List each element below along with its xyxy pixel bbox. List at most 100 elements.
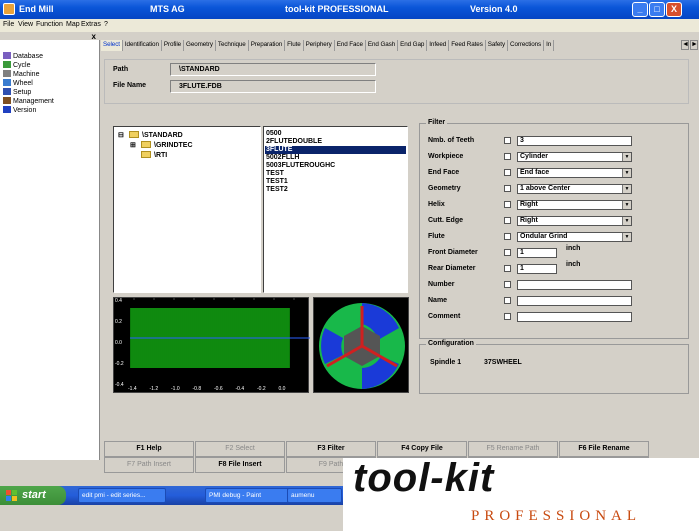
sidebar-item-machine[interactable]: Machine — [3, 70, 39, 79]
filter-checkbox-comment[interactable] — [504, 313, 511, 320]
filter-input-rear-diameter[interactable]: 1 — [517, 264, 557, 274]
setup-icon — [3, 88, 11, 95]
filter-label-geometry: Geometry — [428, 185, 461, 192]
sidebar-item-version[interactable]: Version — [3, 106, 36, 115]
sidebar-item-cycle[interactable]: Cycle — [3, 61, 31, 70]
filter-select-workpiece[interactable]: Cylinder ▼ — [517, 152, 632, 162]
tab-safety[interactable]: Safety — [486, 40, 509, 51]
filter-checkbox-nmb-of-teeth[interactable] — [504, 137, 511, 144]
tree-node[interactable]: ⊞ \GRINDTEC — [130, 141, 193, 149]
profile-x-tick: -1.2 — [150, 386, 159, 392]
function-key-1-5[interactable]: F5 Rename Path — [468, 441, 558, 457]
menu-view[interactable]: View — [18, 21, 33, 28]
filter-input-comment[interactable] — [517, 312, 632, 322]
tab-end-gash[interactable]: End Gash — [366, 40, 399, 51]
menu-extras[interactable]: Extras — [81, 21, 101, 28]
tab-infeed[interactable]: Infeed — [427, 40, 450, 51]
directory-tree[interactable]: ⊟ \STANDARD ⊞ \GRINDTEC \RTI — [113, 126, 261, 293]
tree-node[interactable]: ⊟ \STANDARD — [118, 131, 183, 139]
taskbar-item-edit-pmi[interactable]: edit pmi - edit series... — [78, 488, 166, 503]
tab-in[interactable]: In — [544, 40, 555, 51]
tab-technique[interactable]: Technique — [216, 40, 249, 51]
filter-label-name: Name — [428, 297, 448, 304]
function-key-2-1[interactable]: F7 Path Insert — [104, 457, 194, 473]
tab-end-gap[interactable]: End Gap — [398, 40, 428, 51]
filter-select-flute[interactable]: Ondular Grind ▼ — [517, 232, 632, 242]
file-list[interactable]: 0500 2FLUTEDOUBLE 3FLUTE 5002FLLH 5003FLUTER… — [263, 126, 408, 293]
tree-expander-icon[interactable]: ⊟ — [118, 131, 126, 139]
filter-checkbox-number[interactable] — [504, 281, 511, 288]
chevron-down-icon[interactable]: ▼ — [622, 217, 631, 225]
filter-value: 1 — [520, 265, 524, 272]
tab-identification[interactable]: Identification — [123, 40, 162, 51]
filter-label-front-diameter: Front Diameter — [428, 249, 478, 256]
taskbar-item-aumenu[interactable]: aumenu — [287, 488, 342, 503]
file-list-item[interactable]: TEST1 — [265, 178, 406, 186]
close-button[interactable]: X — [666, 2, 682, 17]
filter-checkbox-name[interactable] — [504, 297, 511, 304]
filter-select-helix[interactable]: Right ▼ — [517, 200, 632, 210]
tree-expander-icon[interactable]: ⊞ — [130, 141, 138, 149]
filter-select-cutt-edge[interactable]: Right ▼ — [517, 216, 632, 226]
filter-checkbox-rear-diameter[interactable] — [504, 265, 511, 272]
tab-end-face[interactable]: End Face — [335, 40, 366, 51]
sidebar-item-management[interactable]: Management — [3, 97, 54, 106]
minimize-button[interactable]: _ — [632, 2, 648, 17]
function-key-1-4[interactable]: F4 Copy File — [377, 441, 467, 457]
filter-input-name[interactable] — [517, 296, 632, 306]
taskbar-item-paint[interactable]: PMI debug - Paint — [205, 488, 293, 503]
filter-checkbox-workpiece[interactable] — [504, 153, 511, 160]
menu-map[interactable]: Map — [66, 21, 80, 28]
tab-profile[interactable]: Profile — [162, 40, 185, 51]
filter-select-end-face[interactable]: End face ▼ — [517, 168, 632, 178]
file-list-item[interactable]: 3FLUTE — [265, 146, 406, 154]
function-key-1-2[interactable]: F2 Select — [195, 441, 285, 457]
function-key-1-3[interactable]: F3 Filter — [286, 441, 376, 457]
filter-checkbox-flute[interactable] — [504, 233, 511, 240]
version-icon — [3, 106, 11, 113]
filter-checkbox-helix[interactable] — [504, 201, 511, 208]
filter-checkbox-end-face[interactable] — [504, 169, 511, 176]
menu-function[interactable]: Function — [36, 21, 63, 28]
sidebar-item-setup[interactable]: Setup — [3, 88, 31, 97]
chevron-down-icon[interactable]: ▼ — [622, 185, 631, 193]
sidebar-item-database[interactable]: Database — [3, 52, 43, 61]
filter-input-number[interactable] — [517, 280, 632, 290]
tab-geometry[interactable]: Geometry — [184, 40, 216, 51]
function-key-1-6[interactable]: F6 File Rename — [559, 441, 649, 457]
file-list-item[interactable]: 0500 — [265, 130, 406, 138]
tab-periphery[interactable]: Periphery — [304, 40, 335, 51]
filter-checkbox-geometry[interactable] — [504, 185, 511, 192]
filter-input-front-diameter[interactable]: 1 — [517, 248, 557, 258]
filter-value: Ondular Grind — [520, 233, 568, 240]
file-list-item[interactable]: TEST2 — [265, 186, 406, 194]
tab-preparation[interactable]: Preparation — [249, 40, 286, 51]
filter-select-geometry[interactable]: 1 above Center ▼ — [517, 184, 632, 194]
profile-x-tick: 0.0 — [279, 386, 286, 392]
tab-flute[interactable]: Flute — [285, 40, 304, 51]
file-list-item[interactable]: 5002FLLH — [265, 154, 406, 162]
file-list-item[interactable]: TEST — [265, 170, 406, 178]
chevron-down-icon[interactable]: ▼ — [622, 153, 631, 161]
chevron-down-icon[interactable]: ▼ — [622, 169, 631, 177]
tab-feed-rates[interactable]: Feed Rates — [449, 40, 486, 51]
chevron-down-icon[interactable]: ▼ — [622, 201, 631, 209]
filter-checkbox-cutt-edge[interactable] — [504, 217, 511, 224]
tab-scroll-right-icon[interactable]: ► — [690, 40, 698, 50]
function-key-2-2[interactable]: F8 File Insert — [195, 457, 285, 473]
sidebar-item-wheel[interactable]: Wheel — [3, 79, 33, 88]
menu-file[interactable]: File — [3, 21, 14, 28]
menu-help[interactable]: ? — [104, 21, 108, 28]
file-list-item[interactable]: 2FLUTEDOUBLE — [265, 138, 406, 146]
tree-node[interactable]: \RTI — [130, 151, 167, 159]
function-key-1-1[interactable]: F1 Help — [104, 441, 194, 457]
filter-input-nmb-of-teeth[interactable]: 3 — [517, 136, 632, 146]
filter-checkbox-front-diameter[interactable] — [504, 249, 511, 256]
tab-scroll-left-icon[interactable]: ◄ — [681, 40, 689, 50]
tab-select[interactable]: Select — [101, 40, 123, 51]
chevron-down-icon[interactable]: ▼ — [622, 233, 631, 241]
file-list-item[interactable]: 5003FLUTEROUGHC — [265, 162, 406, 170]
tab-corrections[interactable]: Corrections — [508, 40, 545, 51]
maximize-button[interactable]: □ — [649, 2, 665, 17]
folder-icon — [129, 131, 139, 138]
